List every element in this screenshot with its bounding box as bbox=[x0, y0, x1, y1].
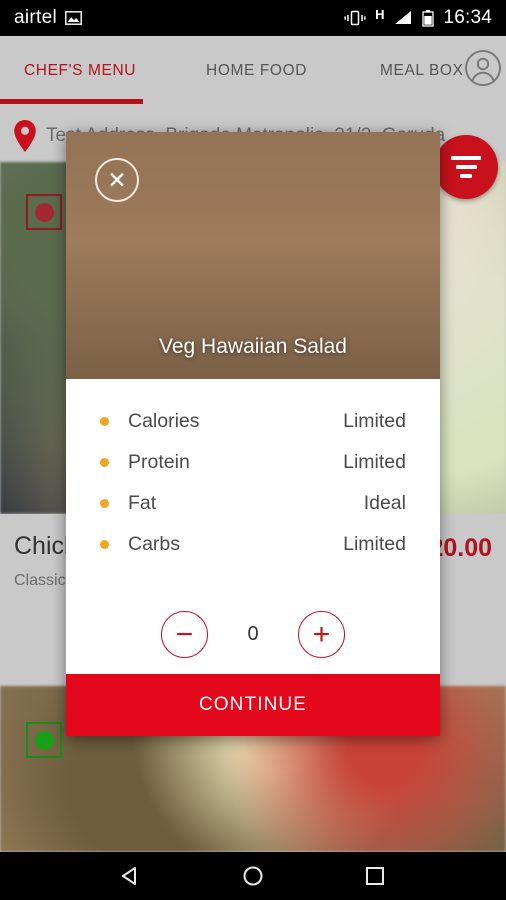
filter-button[interactable] bbox=[434, 135, 498, 199]
network-type-label: H bbox=[375, 6, 385, 22]
close-icon[interactable]: ✕ bbox=[95, 158, 139, 202]
nutrition-row: Carbs Limited bbox=[100, 524, 406, 565]
android-nav-bar bbox=[0, 852, 506, 900]
nutrition-label: Fat bbox=[128, 492, 157, 514]
nutrition-value: Limited bbox=[343, 410, 406, 432]
nutrition-row: Calories Limited bbox=[100, 401, 406, 442]
carrier-label: airtel bbox=[14, 7, 57, 28]
phone-screen: airtel H 16:34 CHEF'S MENU HOME FOOD MEA… bbox=[0, 0, 506, 900]
account-circle-icon[interactable] bbox=[464, 49, 502, 92]
increment-button[interactable]: + bbox=[298, 611, 345, 658]
bullet-icon bbox=[100, 417, 109, 426]
item-title: Veg Hawaiian Salad bbox=[159, 335, 347, 358]
tab-meal-box[interactable]: MEAL BOX bbox=[380, 36, 463, 105]
image-icon bbox=[65, 11, 82, 25]
back-icon[interactable] bbox=[118, 863, 144, 889]
clock-label: 16:34 bbox=[443, 7, 492, 28]
tab-home-food[interactable]: HOME FOOD bbox=[206, 36, 307, 105]
home-icon[interactable] bbox=[240, 863, 266, 889]
quantity-stepper: − 0 + bbox=[100, 611, 406, 658]
filter-icon-bar-2 bbox=[455, 165, 477, 169]
nutrition-value: Limited bbox=[343, 533, 406, 555]
status-bar-left: airtel bbox=[14, 7, 82, 29]
nutrition-label: Protein bbox=[128, 451, 190, 473]
veg-indicator bbox=[26, 722, 62, 758]
item-photo: ✕ Veg Hawaiian Salad bbox=[66, 132, 440, 379]
decrement-button[interactable]: − bbox=[161, 611, 208, 658]
app-header: CHEF'S MENU HOME FOOD MEAL BOX bbox=[0, 36, 506, 105]
active-tab-underline bbox=[0, 99, 143, 104]
vibrate-icon bbox=[344, 10, 366, 26]
modal-body: Calories Limited Protein Limited Fat Ide… bbox=[66, 379, 440, 674]
menu-item-subtitle: Classic bbox=[14, 572, 66, 589]
quantity-value: 0 bbox=[247, 623, 259, 645]
bullet-icon bbox=[100, 458, 109, 467]
nutrition-label: Carbs bbox=[128, 533, 181, 555]
nutrition-row: Fat Ideal bbox=[100, 483, 406, 524]
continue-button[interactable]: CONTINUE bbox=[66, 674, 440, 736]
nutrition-label: Calories bbox=[128, 410, 200, 432]
battery-icon bbox=[422, 9, 435, 27]
status-bar: airtel H 16:34 bbox=[0, 0, 506, 36]
item-detail-modal: ✕ Veg Hawaiian Salad Calories Limited Pr… bbox=[66, 132, 440, 736]
tab-chefs-menu[interactable]: CHEF'S MENU bbox=[24, 36, 136, 105]
recents-icon[interactable] bbox=[362, 863, 388, 889]
signal-icon bbox=[395, 11, 412, 24]
nutrition-row: Protein Limited bbox=[100, 442, 406, 483]
bullet-icon bbox=[100, 540, 109, 549]
non-veg-indicator bbox=[26, 194, 62, 230]
filter-icon-bar-3 bbox=[460, 174, 472, 178]
location-pin-icon bbox=[14, 120, 36, 152]
filter-icon-bar-1 bbox=[451, 156, 481, 160]
bullet-icon bbox=[100, 499, 109, 508]
nutrition-value: Ideal bbox=[363, 492, 406, 514]
status-bar-right: H 16:34 bbox=[344, 7, 492, 29]
nutrition-value: Limited bbox=[343, 451, 406, 473]
